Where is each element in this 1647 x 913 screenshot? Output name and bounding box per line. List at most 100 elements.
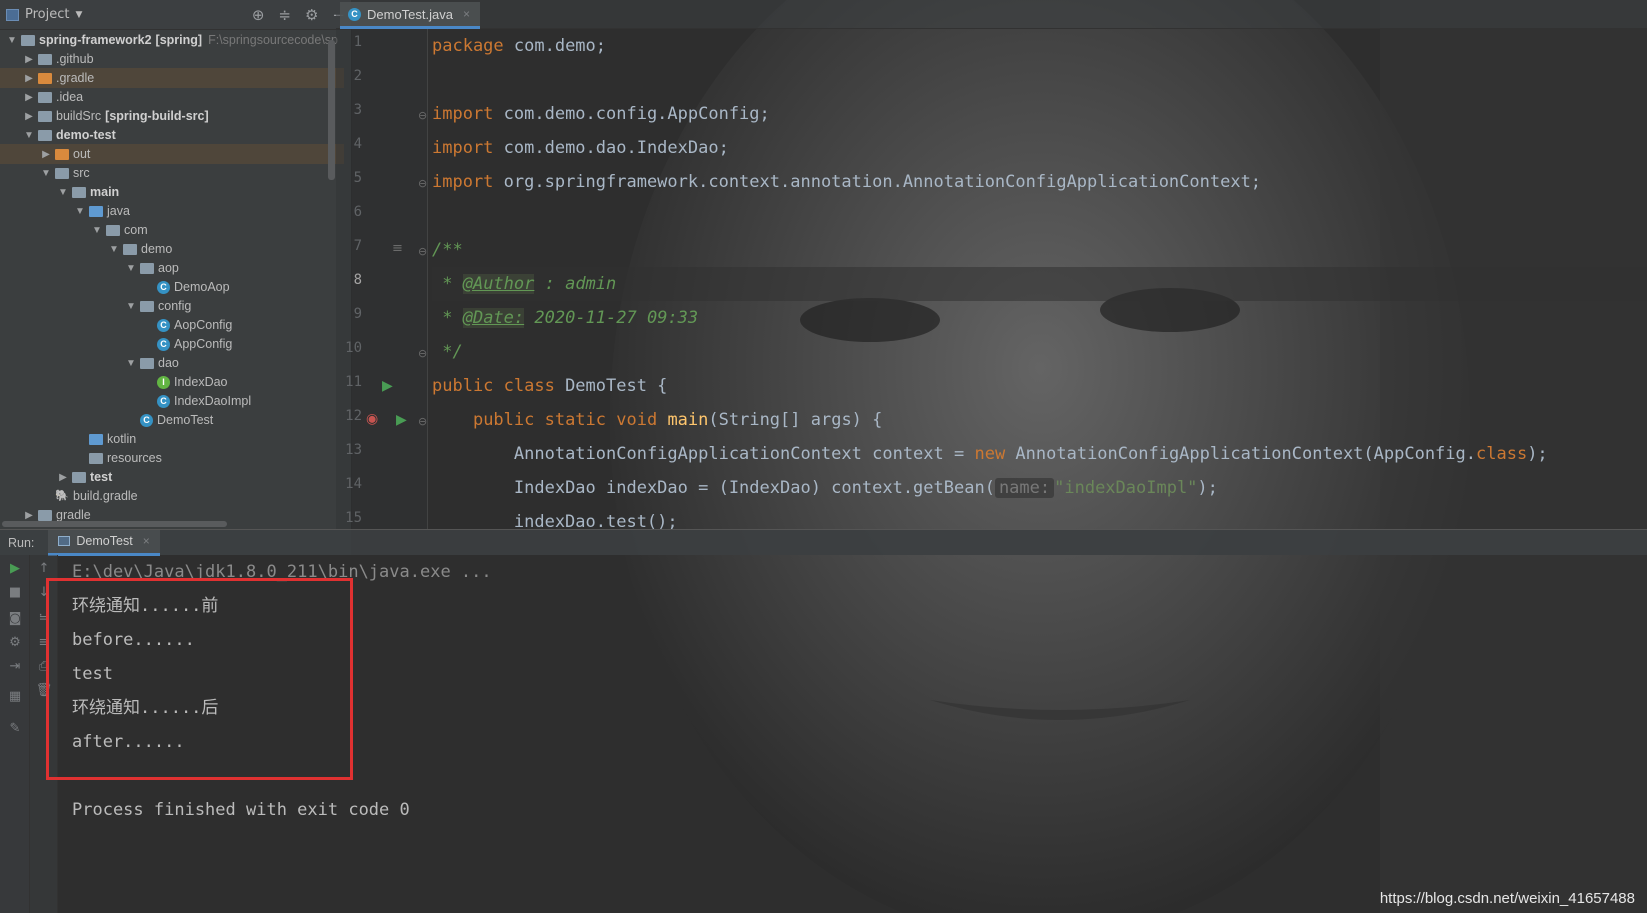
code-line: */ (432, 342, 463, 362)
fold-icon[interactable]: ⊖ (418, 109, 427, 122)
package-icon (106, 224, 120, 236)
tree-item[interactable]: ▶ out (0, 144, 344, 164)
print-icon[interactable]: ⎙ (35, 659, 53, 674)
tree-item[interactable]: ▶ .github (0, 49, 344, 69)
code-line: import org.springframework.context.annot… (432, 172, 1262, 192)
doc-render-icon[interactable]: ≡ (392, 241, 403, 256)
tree-item[interactable]: ▼ demo (0, 239, 344, 259)
fold-icon[interactable]: ⊖ (418, 177, 427, 190)
project-panel: Project ▼ ⊕ ≑ ⚙ − ▼spring-framework2[spr… (0, 0, 352, 555)
run-icon[interactable]: ▶ (396, 412, 407, 428)
chevron-down-icon[interactable]: ▼ (57, 187, 69, 198)
line-number: 3 (353, 102, 362, 118)
chevron-right-icon[interactable]: ▶ (23, 111, 35, 122)
chevron-down-icon[interactable]: ▼ (91, 225, 103, 236)
pin-icon[interactable]: ✎ (6, 721, 24, 736)
tree-item[interactable]: 🐘 build.gradle (0, 486, 344, 506)
tree-item[interactable]: ▼ aop (0, 258, 344, 278)
chevron-right-icon[interactable]: ▶ (23, 73, 35, 84)
chevron-down-icon[interactable]: ▼ (125, 358, 137, 369)
camera-icon[interactable]: ◙ (6, 611, 24, 626)
parameter-hint: name: (994, 478, 1055, 498)
fold-icon[interactable]: ⊖ (418, 245, 427, 258)
tree-item[interactable]: C AppConfig (0, 334, 344, 354)
exit-icon[interactable]: ⇥ (6, 659, 24, 674)
project-icon (6, 8, 19, 21)
tree-item[interactable]: ▼ spring-framework2 [spring] F:\springsourc… (0, 30, 344, 50)
tree-item-label: main (90, 185, 120, 199)
gear-icon[interactable]: ⚙ (305, 6, 318, 24)
close-icon[interactable]: × (463, 7, 470, 21)
tree-item[interactable]: resources (0, 448, 344, 468)
chevron-down-icon[interactable]: ▼ (23, 130, 35, 141)
collapse-all-icon[interactable]: ≑ (278, 6, 291, 24)
settings-icon[interactable]: ⚙ (6, 635, 24, 650)
tree-item-label: kotlin (107, 432, 137, 446)
fold-icon[interactable]: ⊖ (418, 415, 427, 428)
project-view-selector[interactable]: Project ▼ (6, 7, 82, 22)
chevron-down-icon[interactable]: ▼ (125, 263, 137, 274)
code-line: package com.demo; (432, 36, 607, 56)
line-number: 13 (345, 442, 362, 458)
code-line: * @Author : admin (432, 274, 617, 294)
chevron-down-icon[interactable]: ▼ (125, 301, 137, 312)
tree-item[interactable]: C IndexDaoImpl (0, 391, 344, 411)
down-arrow-icon[interactable]: ↓ (35, 585, 53, 600)
code-line: /** (432, 240, 463, 260)
tree-item[interactable]: ▼ dao (0, 353, 344, 373)
chevron-right-icon[interactable]: ▶ (57, 472, 69, 483)
console-line: before...... (72, 630, 195, 650)
chevron-down-icon[interactable]: ▼ (74, 206, 86, 217)
scroll-to-end-icon[interactable]: ≡ (35, 635, 53, 650)
editor-tab-demotest[interactable]: C DemoTest.java × (340, 2, 480, 29)
chevron-down-icon[interactable]: ▼ (40, 168, 52, 179)
chevron-down-icon[interactable]: ▼ (6, 35, 18, 46)
tree-horizontal-scrollbar[interactable] (2, 521, 227, 527)
line-number: 6 (353, 204, 362, 220)
layout-icon[interactable]: ▦ (6, 689, 24, 704)
tree-item[interactable]: C DemoAop (0, 277, 344, 297)
tree-item[interactable]: kotlin (0, 429, 344, 449)
tree-item[interactable]: ▼ config (0, 296, 344, 316)
tree-item[interactable]: I IndexDao (0, 372, 344, 392)
tree-item[interactable]: ▼ main (0, 182, 344, 202)
tree-item[interactable]: ▶ buildSrc [spring-build-src] (0, 106, 344, 126)
tree-item[interactable]: ▼ src (0, 163, 344, 183)
rerun-icon[interactable]: ▶ (6, 561, 24, 576)
chevron-down-icon: ▼ (75, 9, 83, 20)
close-icon[interactable]: × (143, 534, 150, 548)
fold-icon[interactable]: ⊖ (418, 347, 427, 360)
up-arrow-icon[interactable]: ↑ (35, 561, 53, 576)
tree-item[interactable]: ▼ com (0, 220, 344, 240)
locate-icon[interactable]: ⊕ (252, 6, 265, 24)
breakpoint-icon[interactable]: ◉ (366, 411, 378, 427)
run-console[interactable]: E:\dev\Java\jdk1.8.0_211\bin\java.exe ..… (72, 555, 1632, 895)
chevron-right-icon[interactable]: ▶ (23, 92, 35, 103)
chevron-right-icon[interactable]: ▶ (23, 54, 35, 65)
chevron-down-icon[interactable]: ▼ (108, 244, 120, 255)
chevron-right-icon[interactable]: ▶ (40, 149, 52, 160)
tree-item[interactable]: ▼ demo-test (0, 125, 344, 145)
tree-item-label: buildSrc (56, 109, 102, 123)
tree-item[interactable]: ▼ java (0, 201, 344, 221)
tree-item[interactable]: C AopConfig (0, 315, 344, 335)
soft-wrap-icon[interactable]: ≒ (35, 611, 53, 626)
chevron-right-icon[interactable]: ▶ (23, 510, 35, 521)
console-line: E:\dev\Java\jdk1.8.0_211\bin\java.exe ..… (72, 562, 492, 582)
tree-item-label: IndexDao (174, 375, 228, 389)
editor-gutter: 1 2 3 4 5 6 7 8 9 10 11 12 13 14 15 ⊖ ⊖ … (336, 29, 428, 529)
trash-icon[interactable]: 🗑 (35, 683, 53, 698)
code-editor[interactable]: package com.demo; import com.demo.config… (432, 29, 1647, 529)
tree-item[interactable]: ▶ .gradle (0, 68, 344, 88)
source-folder-icon (89, 205, 103, 217)
stop-icon[interactable]: ■ (6, 585, 24, 600)
code-line: * @Date: 2020-11-27 09:33 (432, 308, 699, 328)
tree-item[interactable]: ▶ .idea (0, 87, 344, 107)
folder-icon (38, 72, 52, 84)
run-icon[interactable]: ▶ (382, 378, 393, 394)
tree-item[interactable]: C DemoTest (0, 410, 344, 430)
run-tab-demotest[interactable]: DemoTest × (48, 529, 160, 556)
tree-item[interactable]: ▶ test (0, 467, 344, 487)
tree-scrollbar[interactable] (328, 40, 335, 180)
run-toolbar: ▶ ■ ◙ ⚙ ⇥ ▦ ✎ (0, 555, 30, 913)
